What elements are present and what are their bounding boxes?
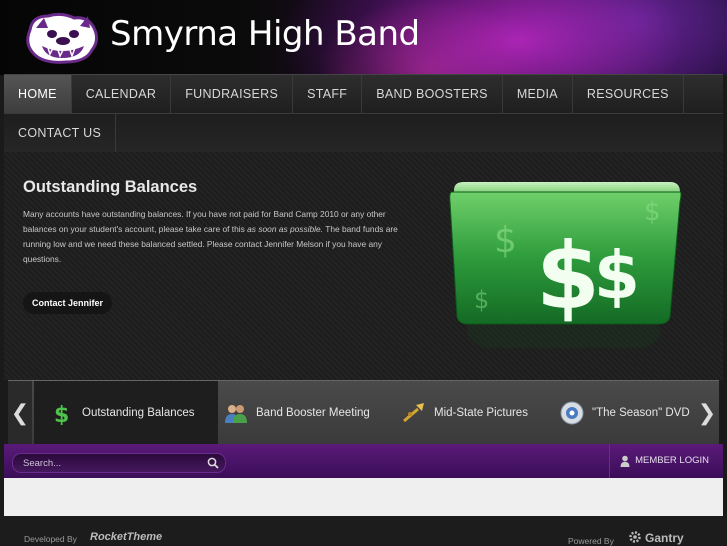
trumpet-icon <box>403 403 424 423</box>
nav-item-media[interactable]: MEDIA <box>503 75 573 113</box>
chevron-left-icon[interactable]: ❮ <box>8 381 32 445</box>
showcase-body-emphasis: as soon as possible. <box>247 224 324 234</box>
member-login-button[interactable]: MEMBER LOGIN <box>609 444 709 478</box>
gantry-label: Gantry <box>645 531 684 545</box>
tab-label: Mid-State Pictures <box>434 407 528 419</box>
user-icon <box>620 455 630 467</box>
nav-row-secondary: CONTACT US <box>4 114 117 152</box>
search-box <box>12 453 226 473</box>
svg-text:$: $ <box>536 223 600 330</box>
main-content-area <box>4 478 723 516</box>
svg-text:$: $ <box>594 237 640 314</box>
nav-item-contact-us[interactable]: CONTACT US <box>4 114 117 152</box>
member-login-label: MEMBER LOGIN <box>635 455 709 466</box>
tab-label: "The Season" DVD <box>592 407 690 419</box>
main-navigation: HOME CALENDAR FUNDRAISERS STAFF BAND BOO… <box>4 74 723 153</box>
tab-mid-state-pictures[interactable]: Mid-State Pictures <box>402 381 552 445</box>
site-header: Smyrna High Band <box>0 0 727 75</box>
nav-item-staff[interactable]: STAFF <box>293 75 363 113</box>
tab-label: Band Booster Meeting <box>256 407 370 419</box>
site-footer: Developed By RocketTheme Powered By Gant… <box>0 516 727 546</box>
rockettheme-logo[interactable]: RocketTheme <box>90 531 162 543</box>
svg-text:$: $ <box>474 286 489 314</box>
bulldog-logo-icon[interactable] <box>22 10 104 66</box>
search-login-bar: MEMBER LOGIN <box>4 444 723 478</box>
tab-label: Outstanding Balances <box>82 407 195 419</box>
nav-item-resources[interactable]: RESOURCES <box>573 75 684 113</box>
contact-jennifer-button[interactable]: Contact Jennifer <box>23 292 113 314</box>
svg-text:$: $ <box>644 197 661 227</box>
tab-outstanding-balances[interactable]: $ Outstanding Balances <box>34 381 218 445</box>
dvd-disc-icon <box>560 401 584 425</box>
dollar-sign-icon: $ <box>54 403 69 425</box>
site-title[interactable]: Smyrna High Band <box>110 14 420 54</box>
nav-item-band-boosters[interactable]: BAND BOOSTERS <box>362 75 503 113</box>
nav-row-primary: HOME CALENDAR FUNDRAISERS STAFF BAND BOO… <box>4 75 684 113</box>
money-folder-icon: $ $ $ $ $ <box>449 182 682 348</box>
chevron-right-icon[interactable]: ❯ <box>695 381 719 445</box>
people-group-icon <box>225 405 247 423</box>
showcase-tabs: ❮ $ Outstanding Balances Band Booster Me… <box>8 380 719 445</box>
svg-text:$: $ <box>54 403 69 425</box>
search-icon[interactable] <box>207 457 219 469</box>
showcase-body: Many accounts have outstanding balances.… <box>23 207 403 267</box>
search-input[interactable] <box>23 454 193 472</box>
nav-item-home[interactable]: HOME <box>4 75 72 113</box>
svg-text:$: $ <box>494 220 517 261</box>
gantry-logo[interactable]: Gantry <box>628 530 684 545</box>
gear-icon <box>629 531 641 543</box>
feature-showcase: Outstanding Balances Many accounts have … <box>4 152 723 380</box>
developed-by-label: Developed By <box>24 534 77 544</box>
tab-band-booster-meeting[interactable]: Band Booster Meeting <box>224 381 384 445</box>
tab-the-season-dvd[interactable]: "The Season" DVD <box>560 381 700 445</box>
showcase-title: Outstanding Balances <box>23 178 198 196</box>
nav-item-fundraisers[interactable]: FUNDRAISERS <box>171 75 294 113</box>
nav-item-calendar[interactable]: CALENDAR <box>72 75 172 113</box>
